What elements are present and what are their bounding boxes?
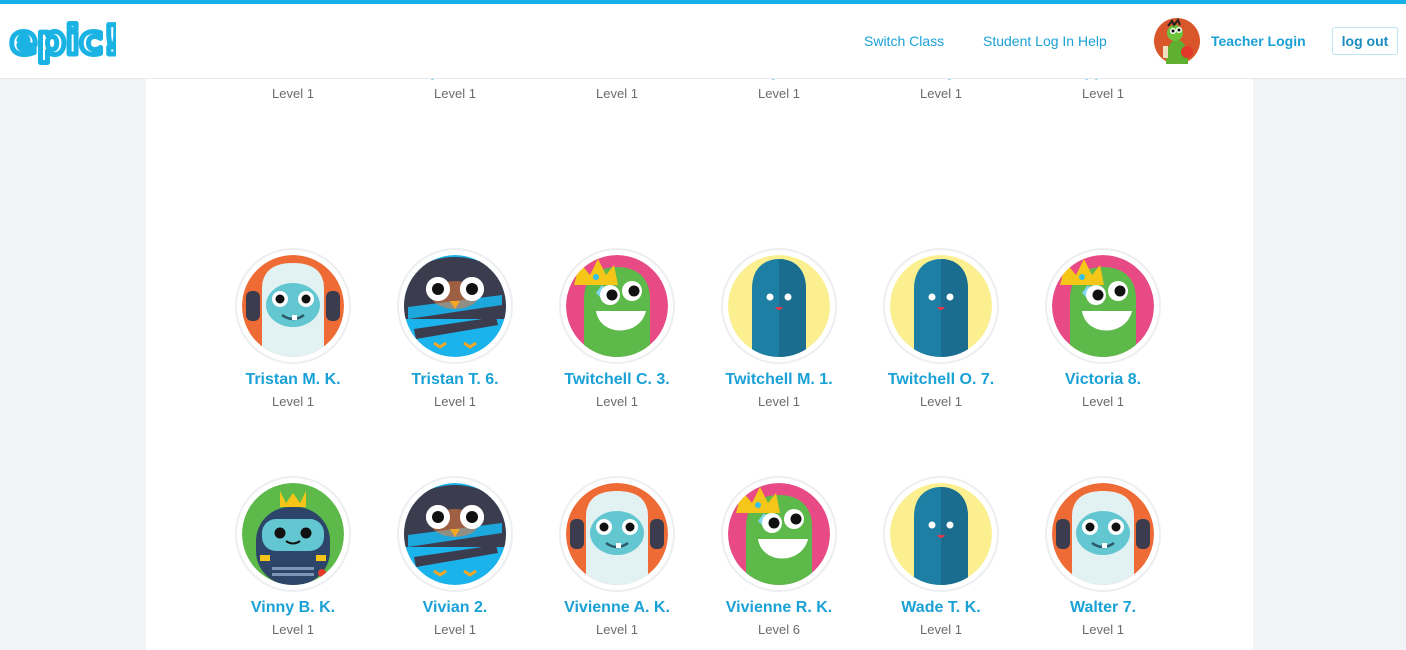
ghost-avatar-icon <box>728 255 830 357</box>
teacher-avatar[interactable] <box>1154 18 1200 64</box>
owl-avatar-icon <box>404 255 506 357</box>
student-avatar[interactable] <box>397 248 513 364</box>
student-avatar[interactable] <box>1045 476 1161 592</box>
student-name[interactable]: Wade T. K. <box>860 599 1022 617</box>
student-avatar[interactable] <box>397 476 513 592</box>
frog-queen-avatar-icon <box>728 483 830 585</box>
student-name[interactable]: Tristan M. K. <box>212 371 374 389</box>
student-level: Level 1 <box>596 86 638 101</box>
student-level: Level 1 <box>920 622 962 637</box>
student-avatar[interactable] <box>235 476 351 592</box>
robot-avatar-icon <box>242 483 344 585</box>
student-card[interactable]: Wade T. K. Level 1 <box>860 476 1022 650</box>
student-avatar[interactable] <box>721 248 837 364</box>
student-level: Level 1 <box>434 86 476 101</box>
header-bar: epic! Switch Class Student Log In Help T… <box>0 4 1406 79</box>
frog-queen-avatar-icon <box>566 255 668 357</box>
student-name[interactable]: Vivian 2. <box>374 599 536 617</box>
top-accent-bar <box>0 0 1406 4</box>
yeti-avatar-icon <box>1052 483 1154 585</box>
student-level: Level 1 <box>1082 622 1124 637</box>
student-name[interactable]: Twitchell C. 3. <box>536 371 698 389</box>
student-name[interactable]: Vivienne R. K. <box>698 599 860 617</box>
student-level: Level 1 <box>434 622 476 637</box>
yeti-avatar-icon <box>242 255 344 357</box>
logo-text: epic! <box>10 18 116 64</box>
student-login-help-link[interactable]: Student Log In Help <box>983 33 1107 49</box>
student-level: Level 1 <box>1082 86 1124 101</box>
student-level: Level 1 <box>920 86 962 101</box>
student-level: Level 1 <box>758 86 800 101</box>
student-name[interactable]: Vivienne A. K. <box>536 599 698 617</box>
student-card[interactable]: Vivienne A. K. Level 1 <box>536 476 698 650</box>
student-card[interactable]: Vivian 2. Level 1 <box>374 476 536 650</box>
student-card[interactable]: Twitchell M. 1. Level 1 <box>698 248 860 438</box>
frog-queen-avatar-icon <box>1052 255 1154 357</box>
teacher-login-link[interactable]: Teacher Login <box>1211 33 1306 49</box>
student-avatar[interactable] <box>235 248 351 364</box>
student-name[interactable]: Twitchell M. 1. <box>698 371 860 389</box>
student-name[interactable]: Tristan T. 6. <box>374 371 536 389</box>
student-level: Level 1 <box>596 394 638 409</box>
ghost-avatar-icon <box>890 483 992 585</box>
yeti-avatar-icon <box>566 483 668 585</box>
epic-logo[interactable]: epic! <box>8 14 116 70</box>
student-grid: Tabitha 3.Level 1 Taylor A. 8.Level 1 Th… <box>146 0 1253 650</box>
owl-avatar-icon <box>404 483 506 585</box>
student-name[interactable]: Walter 7. <box>1022 599 1184 617</box>
student-level: Level 1 <box>272 394 314 409</box>
student-level: Level 1 <box>758 394 800 409</box>
student-level: Level 1 <box>272 86 314 101</box>
student-card[interactable]: Tristan T. 6. Level 1 <box>374 248 536 438</box>
student-name[interactable]: Vinny B. K. <box>212 599 374 617</box>
student-level: Level 1 <box>272 622 314 637</box>
student-level: Level 1 <box>434 394 476 409</box>
student-card[interactable]: Vinny B. K. Level 1 <box>212 476 374 650</box>
student-name[interactable]: Twitchell O. 7. <box>860 371 1022 389</box>
student-card[interactable]: Tristan M. K. Level 1 <box>212 248 374 438</box>
student-avatar[interactable] <box>1045 248 1161 364</box>
logout-button[interactable]: log out <box>1332 27 1398 55</box>
student-level: Level 1 <box>920 394 962 409</box>
student-avatar[interactable] <box>559 476 675 592</box>
ghost-avatar-icon <box>890 255 992 357</box>
student-card[interactable]: Victoria 8. Level 1 <box>1022 248 1184 438</box>
student-level: Level 1 <box>596 622 638 637</box>
student-level: Level 6 <box>758 622 800 637</box>
switch-class-link[interactable]: Switch Class <box>864 33 944 49</box>
student-name[interactable]: Victoria 8. <box>1022 371 1184 389</box>
student-avatar[interactable] <box>883 476 999 592</box>
student-card[interactable]: Twitchell C. 3. Level 1 <box>536 248 698 438</box>
student-card[interactable]: Walter 7. Level 1 <box>1022 476 1184 650</box>
student-avatar[interactable] <box>559 248 675 364</box>
student-level: Level 1 <box>1082 394 1124 409</box>
student-card[interactable]: Vivienne R. K. Level 6 <box>698 476 860 650</box>
student-avatar[interactable] <box>721 476 837 592</box>
student-card[interactable]: Twitchell O. 7. Level 1 <box>860 248 1022 438</box>
student-avatar[interactable] <box>883 248 999 364</box>
